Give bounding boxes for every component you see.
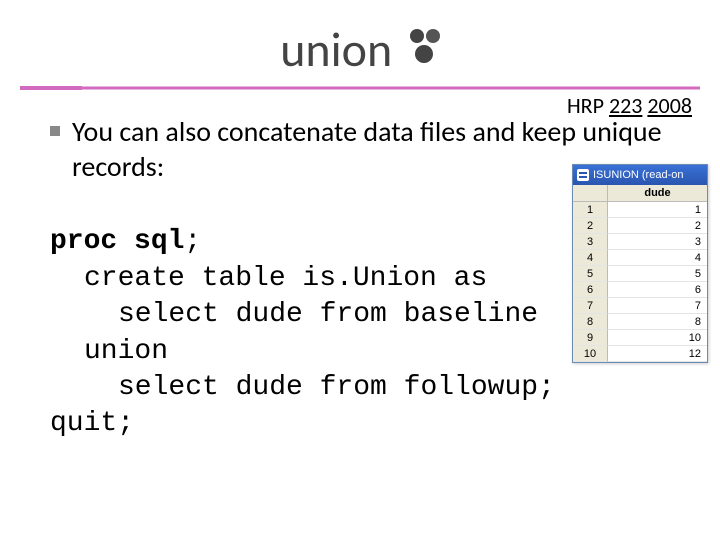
code-line-4: union <box>50 336 168 367</box>
code-line-1a: proc sql <box>50 226 184 257</box>
table-row: 910 <box>573 330 707 346</box>
table-row: 55 <box>573 266 707 282</box>
slide-title: union <box>280 20 392 79</box>
grid-header: dude <box>573 185 707 202</box>
row-val: 8 <box>608 314 707 330</box>
row-val: 1 <box>608 202 707 218</box>
table-row: 33 <box>573 234 707 250</box>
data-table-window: ISUNION (read-on dude 11 22 33 44 55 66 … <box>572 164 708 363</box>
grid-corner <box>573 185 608 201</box>
venn-dots-icon <box>406 27 440 73</box>
row-num: 7 <box>573 298 608 314</box>
table-row: 11 <box>573 202 707 218</box>
row-val: 7 <box>608 298 707 314</box>
title-underline <box>20 86 700 90</box>
table-row: 77 <box>573 298 707 314</box>
code-line-2: create table is.Union as <box>50 263 487 294</box>
table-row: 22 <box>573 218 707 234</box>
dataset-icon <box>577 169 589 181</box>
row-num: 4 <box>573 250 608 266</box>
row-val: 6 <box>608 282 707 298</box>
data-grid: dude 11 22 33 44 55 66 77 88 910 1012 <box>573 185 707 362</box>
table-row: 66 <box>573 282 707 298</box>
row-num: 2 <box>573 218 608 234</box>
window-title: ISUNION (read-on <box>593 169 683 181</box>
row-num: 3 <box>573 234 608 250</box>
row-val: 3 <box>608 234 707 250</box>
table-row: 88 <box>573 314 707 330</box>
code-line-1b: ; <box>184 226 201 257</box>
table-row: 1012 <box>573 346 707 362</box>
code-line-6: quit; <box>50 408 134 439</box>
grid-col-header: dude <box>608 185 707 201</box>
title-area: union <box>0 20 720 79</box>
bullet-marker-icon <box>50 126 60 136</box>
row-num: 10 <box>573 346 608 362</box>
row-num: 9 <box>573 330 608 346</box>
row-val: 12 <box>608 346 707 362</box>
code-line-3: select dude from baseline <box>50 299 538 330</box>
row-val: 2 <box>608 218 707 234</box>
row-num: 5 <box>573 266 608 282</box>
code-line-5: select dude from followup; <box>50 372 555 403</box>
row-val: 10 <box>608 330 707 346</box>
row-val: 4 <box>608 250 707 266</box>
row-num: 1 <box>573 202 608 218</box>
window-titlebar: ISUNION (read-on <box>573 165 707 185</box>
row-val: 5 <box>608 266 707 282</box>
table-row: 44 <box>573 250 707 266</box>
row-num: 6 <box>573 282 608 298</box>
row-num: 8 <box>573 314 608 330</box>
slide: union HRP 223 2008 You can also concaten… <box>0 0 720 540</box>
